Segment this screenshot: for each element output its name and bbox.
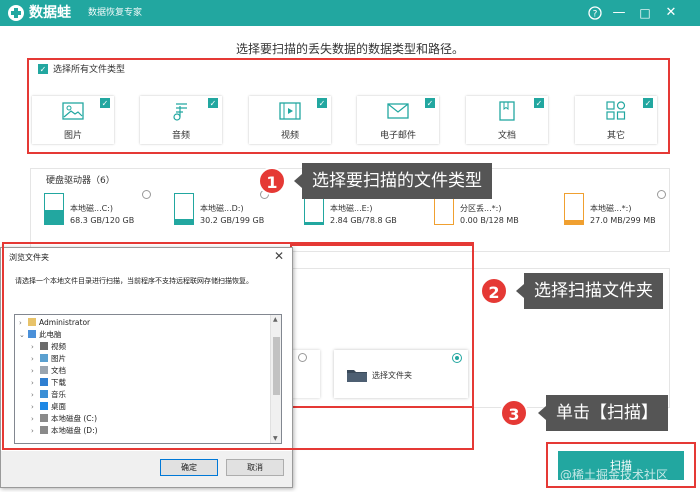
- app-subtitle: 数据恢复专家: [88, 8, 143, 18]
- file-type-label: 视频: [280, 131, 299, 141]
- drive-name: 本地磁...E:): [330, 204, 373, 213]
- drive-size: 0.00 B/128 MB: [460, 216, 519, 225]
- file-type-label: 文档: [497, 131, 516, 141]
- dialog-footer: 确定 取消: [1, 451, 292, 487]
- cancel-button[interactable]: 取消: [226, 459, 284, 476]
- drive-radio[interactable]: [657, 190, 666, 199]
- document-icon: [499, 101, 515, 121]
- music-icon: [173, 103, 187, 121]
- check-icon[interactable]: ✓: [208, 98, 218, 108]
- app-name: 数据蛙: [29, 5, 71, 21]
- callout-step-1: 选择要扫描的文件类型: [294, 163, 492, 199]
- step-badge-1: 1: [258, 167, 286, 195]
- minimize-icon[interactable]: —: [610, 4, 628, 22]
- check-icon[interactable]: ✓: [425, 98, 435, 108]
- drive-name: 分区丢...*:): [460, 204, 502, 213]
- drive-radio[interactable]: [142, 190, 151, 199]
- drive-d[interactable]: 本地磁...D:) 30.2 GB/199 GB: [174, 193, 284, 233]
- drive-lost-partition[interactable]: 分区丢...*:) 0.00 B/128 MB: [434, 193, 544, 233]
- title-bar: 数据蛙 数据恢复专家 ? — □ ✕: [0, 0, 700, 26]
- check-icon: ✓: [38, 63, 48, 74]
- check-icon[interactable]: ✓: [643, 98, 653, 108]
- select-all-checkbox[interactable]: ✓ 选择所有文件类型: [38, 62, 125, 75]
- file-type-label: 图片: [63, 131, 82, 141]
- drive-size: 2.84 GB/78.8 GB: [330, 216, 397, 225]
- watermark: @稀土掘金技术社区: [560, 468, 669, 482]
- drives-section-label: 硬盘驱动器（6）: [46, 176, 115, 186]
- drive-name: 本地磁...D:): [200, 204, 244, 213]
- file-type-other[interactable]: ✓ 其它: [575, 96, 657, 144]
- check-icon[interactable]: ✓: [534, 98, 544, 108]
- email-icon: [387, 103, 409, 119]
- file-type-label: 其它: [606, 131, 625, 141]
- drive-icon: [564, 193, 584, 225]
- page-heading: 选择要扫描的丢失数据的数据类型和路径。: [235, 42, 464, 56]
- image-icon: [62, 102, 84, 120]
- video-icon: [279, 102, 301, 120]
- callout-step-3: 单击【扫描】: [538, 395, 668, 431]
- file-type-video[interactable]: ✓ 视频: [249, 96, 331, 144]
- file-type-label: 音频: [171, 131, 190, 141]
- file-type-audio[interactable]: ✓ 音频: [140, 96, 222, 144]
- step-badge-2: 2: [480, 277, 508, 305]
- help-icon[interactable]: ?: [586, 4, 604, 22]
- file-type-image[interactable]: ✓ 图片: [32, 96, 114, 144]
- step-badge-3: 3: [500, 399, 528, 427]
- drive-c[interactable]: 本地磁...C:) 68.3 GB/120 GB: [44, 193, 154, 233]
- check-icon[interactable]: ✓: [100, 98, 110, 108]
- check-icon[interactable]: ✓: [317, 98, 327, 108]
- frog-logo-icon: [8, 5, 24, 21]
- drive-icon: [44, 193, 64, 225]
- drive-name: 本地磁...C:): [70, 204, 114, 213]
- close-icon[interactable]: ✕: [662, 4, 680, 22]
- drive-other[interactable]: 本地磁...*:) 27.0 MB/299 MB: [564, 193, 674, 233]
- drive-e[interactable]: 本地磁...E:) 2.84 GB/78.8 GB: [304, 193, 414, 233]
- file-type-label: 电子邮件: [379, 131, 416, 141]
- svg-text:?: ?: [593, 10, 598, 20]
- drive-size: 68.3 GB/120 GB: [70, 216, 135, 225]
- ok-button[interactable]: 确定: [160, 459, 218, 476]
- dialog-highlight: [2, 242, 474, 450]
- file-type-email[interactable]: ✓ 电子邮件: [357, 96, 439, 144]
- maximize-icon[interactable]: □: [636, 4, 654, 22]
- other-icon: [606, 101, 626, 120]
- callout-step-2: 选择扫描文件夹: [516, 273, 663, 309]
- drive-name: 本地磁...*:): [590, 204, 632, 213]
- file-type-document[interactable]: ✓ 文档: [466, 96, 548, 144]
- drive-size: 30.2 GB/199 GB: [200, 216, 265, 225]
- drive-size: 27.0 MB/299 MB: [590, 216, 656, 225]
- drive-icon: [174, 193, 194, 225]
- select-all-label: 选择所有文件类型: [53, 65, 126, 75]
